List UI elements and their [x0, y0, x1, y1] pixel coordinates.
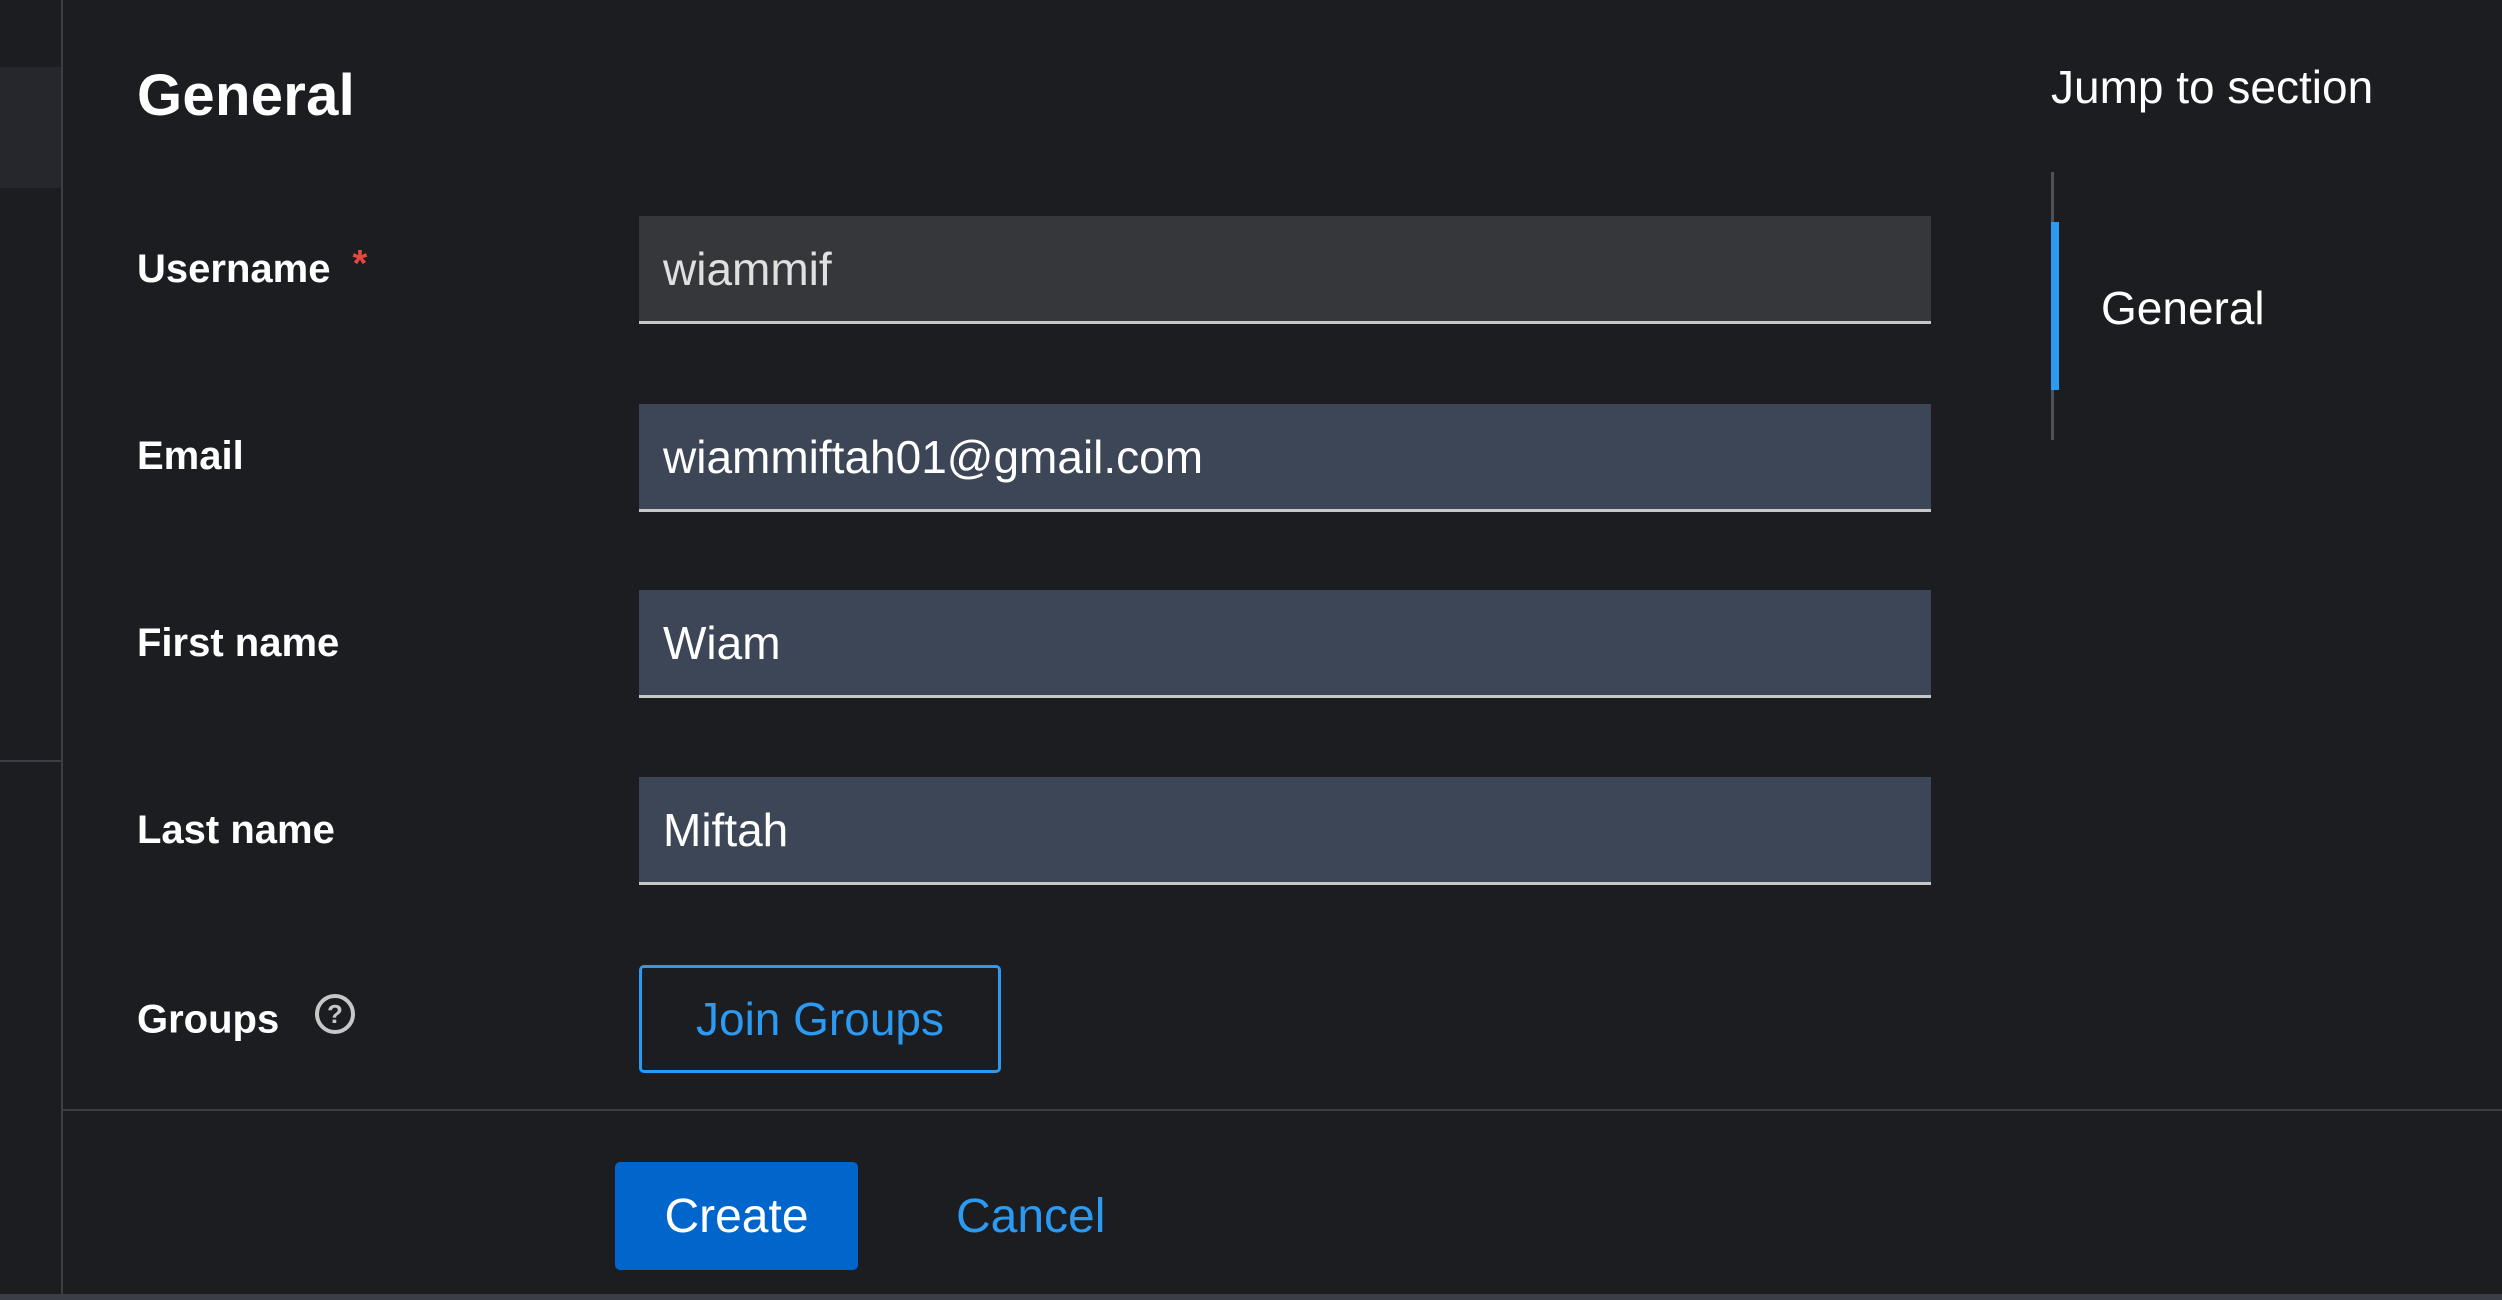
last-name-field[interactable]	[639, 777, 1931, 885]
email-field[interactable]	[639, 404, 1931, 512]
question-circle-icon[interactable]: ?	[314, 993, 356, 1045]
page-title: General	[137, 63, 356, 128]
svg-text:?: ?	[327, 999, 343, 1029]
groups-label-text: Groups	[137, 997, 280, 1042]
left-nav-active-item[interactable]	[0, 67, 61, 188]
first-name-label: First name	[137, 621, 340, 665]
required-asterisk: *	[352, 243, 368, 285]
user-create-page: General Username * Email First name Last …	[0, 0, 2502, 1300]
username-label: Username *	[137, 243, 367, 292]
username-label-text: Username	[137, 247, 331, 291]
jump-link-general[interactable]: General	[2101, 281, 2265, 335]
create-button[interactable]: Create	[615, 1162, 858, 1270]
bottom-scrollbar-track	[0, 1294, 2502, 1300]
username-field[interactable]	[639, 216, 1931, 324]
jump-nav-active-indicator	[2051, 222, 2059, 390]
left-nav-divider	[0, 760, 61, 762]
email-label: Email	[137, 434, 244, 478]
join-groups-button[interactable]: Join Groups	[639, 965, 1001, 1073]
last-name-label: Last name	[137, 808, 335, 852]
content-left-border	[61, 0, 63, 1300]
cancel-button[interactable]: Cancel	[930, 1162, 1131, 1270]
jump-to-section-title: Jump to section	[2051, 61, 2374, 113]
groups-label: Groups ?	[137, 993, 356, 1048]
first-name-field[interactable]	[639, 590, 1931, 698]
left-nav-strip	[0, 0, 61, 1300]
footer-divider	[63, 1109, 2502, 1111]
